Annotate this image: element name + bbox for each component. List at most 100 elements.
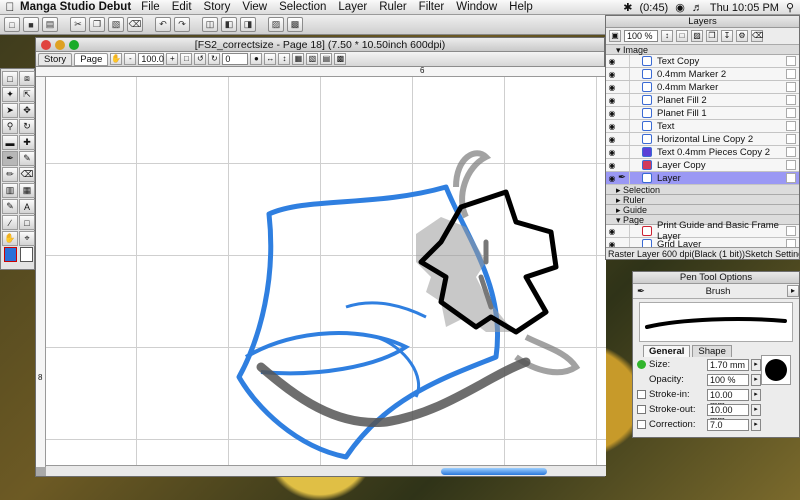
- page-view-icon[interactable]: ◧: [221, 17, 237, 32]
- zoom-window-icon[interactable]: [69, 40, 79, 50]
- pencil-tool-icon[interactable]: ✎: [19, 151, 35, 166]
- move-layer-icon[interactable]: ⇱: [19, 87, 35, 102]
- move-icon[interactable]: ✥: [19, 103, 35, 118]
- size-field[interactable]: 1.70 mm: [707, 358, 749, 371]
- opacity-field[interactable]: 100 %: [707, 373, 749, 386]
- layer-row[interactable]: ◉ Layer Copy: [606, 159, 799, 172]
- lock-slot[interactable]: [618, 94, 630, 106]
- horizontal-scrollbar[interactable]: [46, 465, 606, 476]
- cut-icon[interactable]: ✂: [70, 17, 86, 32]
- show-grid-icon[interactable]: ▩: [334, 53, 347, 65]
- zoom-field[interactable]: 100.0: [138, 53, 165, 65]
- layer-settings-icon[interactable]: ⚙: [736, 30, 748, 42]
- zoom-out-icon[interactable]: -: [124, 53, 137, 65]
- delete-icon[interactable]: ⌫: [127, 17, 143, 32]
- layer-row[interactable]: ◉ Planet Fill 1: [606, 107, 799, 120]
- tab-story[interactable]: Story: [38, 52, 73, 66]
- tab-shape[interactable]: Shape: [692, 345, 732, 357]
- new-document-icon[interactable]: □: [4, 17, 20, 32]
- snap-grid-icon[interactable]: ▦: [292, 53, 305, 65]
- layer-mode-icon[interactable]: ▣: [609, 30, 621, 42]
- menu-window[interactable]: Window: [456, 1, 497, 13]
- zoom-in-icon[interactable]: +: [166, 53, 179, 65]
- delete-layer-icon[interactable]: ⌫: [751, 30, 763, 42]
- layer-row[interactable]: ◉ Text: [606, 120, 799, 133]
- eye-icon[interactable]: ◉: [606, 227, 618, 236]
- layer-row[interactable]: ◉ Text 0.4mm Pieces Copy 2: [606, 146, 799, 159]
- hand-icon[interactable]: ✋: [110, 53, 123, 65]
- layer-settings-toggle[interactable]: [786, 226, 796, 236]
- lock-slot[interactable]: [618, 81, 630, 93]
- pattern-tool-icon[interactable]: ▦: [19, 183, 35, 198]
- object-selector-icon[interactable]: ➤: [2, 103, 18, 118]
- apple-menu-icon[interactable]: : [0, 0, 20, 14]
- hand-tool-icon[interactable]: ✚: [19, 135, 35, 150]
- spotlight-search-icon[interactable]: ⚲: [786, 1, 794, 14]
- size-pressure-toggle[interactable]: [637, 360, 646, 369]
- rotation-field[interactable]: 0: [222, 53, 249, 65]
- flip-vertical-icon[interactable]: ↕: [278, 53, 291, 65]
- layer-row[interactable]: ◉ Print Guide and Basic Frame Layer: [606, 220, 799, 242]
- layer-settings-toggle[interactable]: [786, 56, 796, 66]
- wifi-icon[interactable]: ◉: [675, 1, 685, 14]
- layer-settings-toggle[interactable]: [786, 95, 796, 105]
- layer-settings-toggle[interactable]: [786, 82, 796, 92]
- snap-ruler-icon[interactable]: ▧: [306, 53, 319, 65]
- eye-icon[interactable]: ◉: [606, 57, 618, 66]
- foreground-color-swatch[interactable]: [4, 247, 17, 262]
- layer-row[interactable]: ◉ 0.4mm Marker 2: [606, 68, 799, 81]
- background-color-swatch[interactable]: [20, 247, 33, 262]
- eye-icon[interactable]: ◉: [606, 70, 618, 79]
- rotate-right-icon[interactable]: ↻: [208, 53, 221, 65]
- stroke-in-arrow-icon[interactable]: ▸: [751, 388, 761, 401]
- menu-ruler[interactable]: Ruler: [379, 1, 406, 13]
- eye-icon[interactable]: ◉: [606, 83, 618, 92]
- correction-field[interactable]: 7.0: [707, 418, 749, 431]
- layer-view-icon[interactable]: ◫: [202, 17, 218, 32]
- layers-title[interactable]: Layers: [606, 16, 799, 28]
- volume-icon[interactable]: ♬: [692, 2, 703, 14]
- layer-opacity-field[interactable]: 100 %: [624, 30, 658, 42]
- layer-settings-toggle[interactable]: [786, 160, 796, 170]
- layer-folder-icon[interactable]: ▨: [691, 30, 703, 42]
- hand-scroll-icon[interactable]: ✋: [2, 231, 18, 246]
- rotate-left-icon[interactable]: ↺: [194, 53, 207, 65]
- menu-selection[interactable]: Selection: [279, 1, 326, 13]
- stroke-out-checkbox[interactable]: [637, 405, 646, 414]
- redo-icon[interactable]: ↷: [174, 17, 190, 32]
- menu-file[interactable]: File: [141, 1, 160, 13]
- layer-settings-toggle[interactable]: [786, 121, 796, 131]
- line-tool-icon[interactable]: ∕: [2, 215, 18, 230]
- opacity-arrow-icon[interactable]: ▸: [751, 373, 761, 386]
- stroke-out-arrow-icon[interactable]: ▸: [751, 403, 761, 416]
- rotate-tool-icon[interactable]: ↻: [19, 119, 35, 134]
- bluetooth-icon[interactable]: ✱: [623, 1, 632, 14]
- lock-slot[interactable]: [618, 159, 630, 171]
- eye-icon[interactable]: ◉: [606, 96, 618, 105]
- paste-icon[interactable]: ▧: [108, 17, 124, 32]
- layer-row[interactable]: ◉ Planet Fill 2: [606, 94, 799, 107]
- lock-slot[interactable]: [618, 68, 630, 80]
- clock[interactable]: Thu 10:05 PM: [710, 2, 779, 14]
- pen-edit-icon[interactable]: ✒: [618, 172, 630, 184]
- fill-tool-icon[interactable]: ▥: [2, 183, 18, 198]
- flip-horizontal-icon[interactable]: ↔: [264, 53, 277, 65]
- stroke-in-checkbox[interactable]: [637, 390, 646, 399]
- rotation-reset-icon[interactable]: ●: [250, 53, 263, 65]
- app-name-menu[interactable]: Manga Studio Debut: [20, 1, 131, 13]
- marker-tool-icon[interactable]: ✏: [2, 167, 18, 182]
- lock-slot[interactable]: [618, 120, 630, 132]
- lock-slot[interactable]: [618, 133, 630, 145]
- layer-settings-toggle[interactable]: [786, 108, 796, 118]
- group-selection[interactable]: ▸ Selection: [606, 185, 799, 195]
- menu-story[interactable]: Story: [204, 1, 231, 13]
- layer-row[interactable]: ◉ 0.4mm Marker: [606, 81, 799, 94]
- layer-row[interactable]: ◉ Horizontal Line Copy 2: [606, 133, 799, 146]
- tab-general[interactable]: General: [643, 345, 691, 357]
- menu-view[interactable]: View: [242, 1, 267, 13]
- fit-page-icon[interactable]: □: [180, 53, 193, 65]
- drawing-canvas[interactable]: [46, 77, 606, 467]
- correction-checkbox[interactable]: [637, 420, 646, 429]
- eye-icon[interactable]: ◉: [606, 135, 618, 144]
- lock-slot[interactable]: [618, 146, 630, 158]
